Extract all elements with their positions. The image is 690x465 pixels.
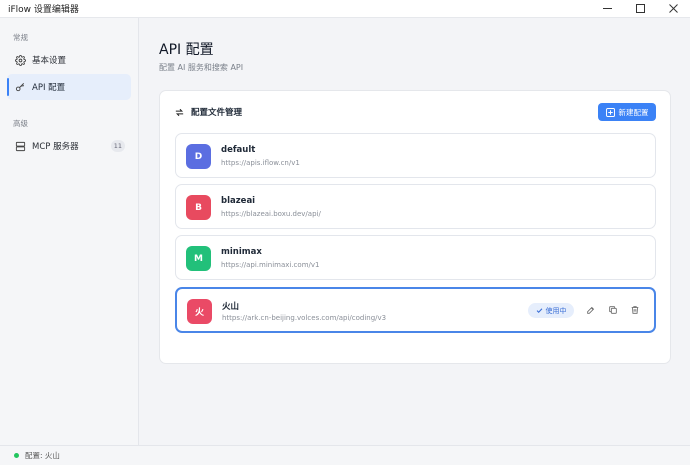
gear-icon (14, 54, 26, 66)
sidebar-item-label: API 配置 (32, 83, 66, 93)
duplicate-button[interactable] (607, 304, 619, 316)
profile-management-card: 配置文件管理 新建配置 D default https://apis.iflow… (159, 90, 671, 364)
sidebar-section-general: 常规 (13, 33, 28, 42)
main-content: API 配置 配置 AI 服务和搜索 API 配置文件管理 新建配置 D def… (140, 18, 690, 445)
profile-item-default[interactable]: D default https://apis.iflow.cn/v1 (175, 133, 656, 178)
maximize-icon (636, 4, 645, 13)
new-config-label: 新建配置 (618, 107, 649, 117)
in-use-label: 使用中 (545, 306, 567, 315)
card-title: 配置文件管理 (191, 108, 243, 118)
status-bar: 配置: 火山 (0, 445, 690, 465)
status-text: 配置: 火山 (25, 451, 60, 460)
profile-item-minimax[interactable]: M minimax https://api.minimaxi.com/v1 (175, 235, 656, 280)
copy-icon (609, 306, 617, 314)
in-use-badge: 使用中 (528, 303, 574, 318)
profile-item-blazeai[interactable]: B blazeai https://blazeai.boxu.dev/api/ (175, 184, 656, 229)
profile-url: https://api.minimaxi.com/v1 (221, 261, 320, 269)
sidebar: 常规 基本设置 API 配置 高级 MCP 服务器 11 (0, 18, 139, 465)
trash-icon (631, 306, 639, 314)
sidebar-item-label: 基本设置 (32, 56, 67, 66)
profile-item-huoshan[interactable]: 火 火山 https://ark.cn-beijing.volces.com/a… (175, 287, 656, 333)
maximize-button[interactable] (624, 0, 657, 18)
status-indicator (14, 453, 19, 458)
delete-button[interactable] (629, 304, 641, 316)
sidebar-item-mcp-servers[interactable]: MCP 服务器 11 (7, 133, 131, 159)
key-icon (14, 81, 26, 93)
edit-icon (587, 306, 595, 314)
profile-name: blazeai (221, 196, 256, 206)
edit-button[interactable] (585, 304, 597, 316)
page-subtitle: 配置 AI 服务和搜索 API (159, 63, 244, 72)
add-icon (605, 107, 615, 117)
profile-name: 火山 (222, 302, 240, 312)
sidebar-item-label: MCP 服务器 (32, 142, 79, 152)
profile-avatar: D (186, 144, 211, 169)
close-icon (669, 4, 678, 13)
profile-url: https://apis.iflow.cn/v1 (221, 159, 300, 167)
count-badge: 11 (110, 140, 125, 152)
profile-avatar: B (186, 195, 211, 220)
profile-avatar: 火 (187, 299, 212, 324)
window-title: iFlow 设置编辑器 (8, 5, 79, 15)
sidebar-item-basic-settings[interactable]: 基本设置 (7, 47, 131, 73)
minimize-button[interactable] (591, 0, 624, 18)
window-controls (591, 0, 690, 18)
title-bar: iFlow 设置编辑器 (0, 0, 690, 18)
new-config-button[interactable]: 新建配置 (598, 103, 656, 121)
minimize-icon (603, 8, 612, 9)
swap-icon (174, 107, 185, 118)
close-button[interactable] (657, 0, 690, 18)
sidebar-section-advanced: 高级 (13, 119, 28, 128)
profile-name: minimax (221, 247, 262, 257)
profile-avatar: M (186, 246, 211, 271)
server-icon (14, 140, 26, 152)
profile-url: https://blazeai.boxu.dev/api/ (221, 210, 321, 218)
page-title: API 配置 (159, 42, 214, 58)
profile-url: https://ark.cn-beijing.volces.com/api/co… (222, 314, 387, 322)
check-icon (536, 307, 543, 314)
profile-name: default (221, 145, 256, 155)
sidebar-item-api-config[interactable]: API 配置 (7, 74, 131, 100)
card-header: 配置文件管理 (174, 106, 242, 118)
